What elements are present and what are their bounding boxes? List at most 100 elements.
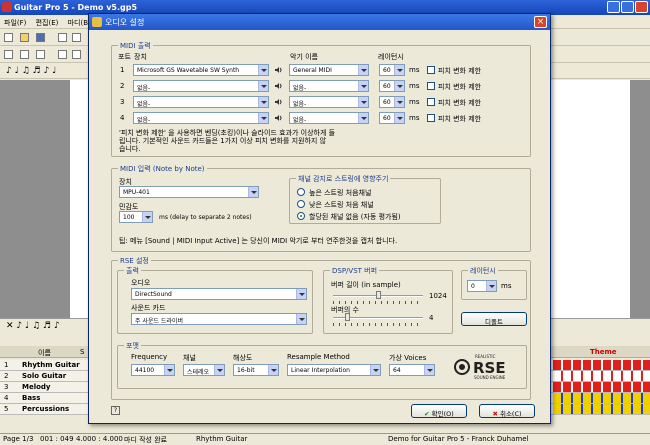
help-icon[interactable]: ? [111, 406, 120, 415]
view-icon[interactable] [72, 33, 81, 42]
voices-label: 가상 Voices [389, 354, 427, 362]
pitch-limit-checkbox[interactable] [427, 114, 435, 122]
midi-device-select[interactable]: 없음- [133, 112, 269, 124]
sensitivity-select[interactable]: 100 [119, 211, 153, 223]
spinner-arrows-icon [394, 113, 404, 123]
midi-instrument-value: 없음- [293, 101, 307, 108]
status-page: Page 1/3 [3, 435, 34, 443]
speaker-icon[interactable] [275, 114, 283, 122]
track-bars[interactable] [553, 393, 650, 403]
note-duration-icons[interactable]: ♪ ♩ ♫ ♬ ♪ ♩ [6, 66, 56, 76]
track-name: Rhythm Guitar [22, 361, 80, 369]
track-bars[interactable] [553, 371, 650, 381]
rse-latency-unit: ms [501, 282, 512, 290]
resolution-select[interactable]: 16-bit [233, 364, 279, 376]
speaker-icon[interactable] [275, 82, 283, 90]
copy-icon[interactable] [20, 50, 29, 59]
buffer-length-slider-thumb[interactable] [376, 291, 381, 299]
dialog-close-button[interactable]: × [534, 16, 547, 28]
app-title: Guitar Pro 5 - Demo v5.gp5 [14, 3, 138, 12]
open-folder-icon[interactable] [20, 33, 29, 42]
channel-select[interactable]: 스테레오 [183, 364, 225, 376]
latency-value: 60 [383, 67, 391, 74]
track-col-name: 이름 [38, 349, 51, 357]
latency-unit: ms [409, 66, 420, 74]
undo-icon[interactable] [58, 50, 67, 59]
resample-select[interactable]: Linear Interpolation [287, 364, 381, 376]
cut-icon[interactable] [4, 50, 13, 59]
latency-spinner[interactable]: 60 [379, 96, 405, 108]
print-icon[interactable] [58, 33, 67, 42]
speaker-icon[interactable] [275, 66, 283, 74]
rse-legend: RSE 설정 [118, 256, 151, 266]
ok-button[interactable]: ✔ 확인(O) [411, 404, 467, 418]
track-bars[interactable] [553, 382, 650, 392]
col-latency: 레이턴시 [378, 53, 404, 61]
midi-instrument-select[interactable]: 없음- [289, 112, 369, 124]
dialog-titlebar: 오디오 설정 × [89, 14, 550, 30]
resolution-label: 해상도 [233, 354, 253, 362]
latency-value: 60 [383, 99, 391, 106]
pitch-note-line3: 습니다. [119, 145, 141, 153]
sensitivity-hint: ms (delay to separate 2 notes) [159, 214, 252, 221]
spinner-arrows-icon [394, 65, 404, 75]
midi-instrument-select[interactable]: General MIDI [289, 64, 369, 76]
audio-driver-select[interactable]: DirectSound [131, 288, 307, 300]
rse-latency-spinner[interactable]: 0 [467, 280, 497, 292]
minimize-icon[interactable] [607, 1, 620, 13]
midi-input-device-select[interactable]: MPU-401 [119, 186, 259, 198]
menu-file[interactable]: 파일(F) [0, 15, 29, 28]
speaker-icon[interactable] [275, 98, 283, 106]
midi-instrument-value: 없음- [293, 117, 307, 124]
latency-value: 60 [383, 83, 391, 90]
paste-icon[interactable] [36, 50, 45, 59]
default-button[interactable]: 디폴트 [461, 312, 527, 326]
track-name: Percussions [22, 405, 70, 413]
frequency-select[interactable]: 44100 [131, 364, 175, 376]
midi-input-tip: 팁: 메뉴 [Sound | MIDI Input Active] 는 당신이 … [119, 237, 398, 245]
pitch-limit-checkbox[interactable] [427, 82, 435, 90]
latency-spinner[interactable]: 60 [379, 64, 405, 76]
spinner-arrows-icon [394, 97, 404, 107]
cancel-button[interactable]: ✖ 취소(C) [479, 404, 535, 418]
status-bar-position: 001 : 049 [40, 435, 74, 443]
track-bars[interactable] [553, 404, 650, 414]
radio-high-string[interactable] [297, 188, 305, 196]
resample-label: Resample Method [287, 353, 350, 361]
chevron-down-icon [258, 97, 268, 107]
rhythm-icons[interactable]: ✕ ♪ ♩ ♫ ♬ ♪ [6, 321, 60, 331]
latency-spinner[interactable]: 60 [379, 112, 405, 124]
buffer-count-slider-thumb[interactable] [345, 313, 351, 321]
radio-no-channel[interactable] [297, 212, 305, 220]
track-number: 4 [4, 394, 9, 402]
buffer-length-ticks [333, 301, 423, 304]
maximize-icon[interactable] [621, 1, 634, 13]
dsp-legend: DSP/VST 버퍼 [330, 266, 380, 276]
latency-unit: ms [409, 82, 420, 90]
menu-edit[interactable]: 편집(E) [32, 15, 62, 28]
chevron-down-icon [164, 365, 174, 375]
save-icon[interactable] [36, 33, 45, 42]
new-file-icon[interactable] [4, 33, 13, 42]
voices-select[interactable]: 64 [389, 364, 435, 376]
midi-device-select[interactable]: 없음- [133, 96, 269, 108]
soundcard-select[interactable]: 주 사운드 드라이버 [131, 313, 307, 325]
close-window-icon[interactable] [635, 1, 648, 13]
midi-device-select[interactable]: 없음- [133, 80, 269, 92]
pitch-limit-checkbox[interactable] [427, 66, 435, 74]
pitch-limit-label: 피치 변화 제한 [438, 99, 482, 107]
redo-icon[interactable] [72, 50, 81, 59]
chevron-down-icon [358, 97, 368, 107]
midi-instrument-select[interactable]: 없음- [289, 96, 369, 108]
chevron-down-icon [268, 365, 278, 375]
output-legend: 출력 [124, 266, 141, 276]
soundcard-value: 주 사운드 드라이버 [135, 318, 183, 325]
radio-low-string[interactable] [297, 200, 305, 208]
midi-output-legend: MIDI 출력 [118, 41, 153, 51]
midi-device-select[interactable]: Microsoft GS Wavetable SW Synth [133, 64, 269, 76]
midi-instrument-select[interactable]: 없음- [289, 80, 369, 92]
pitch-limit-checkbox[interactable] [427, 98, 435, 106]
latency-spinner[interactable]: 60 [379, 80, 405, 92]
frequency-label: Frequency [131, 353, 168, 361]
track-bars[interactable] [553, 360, 650, 370]
